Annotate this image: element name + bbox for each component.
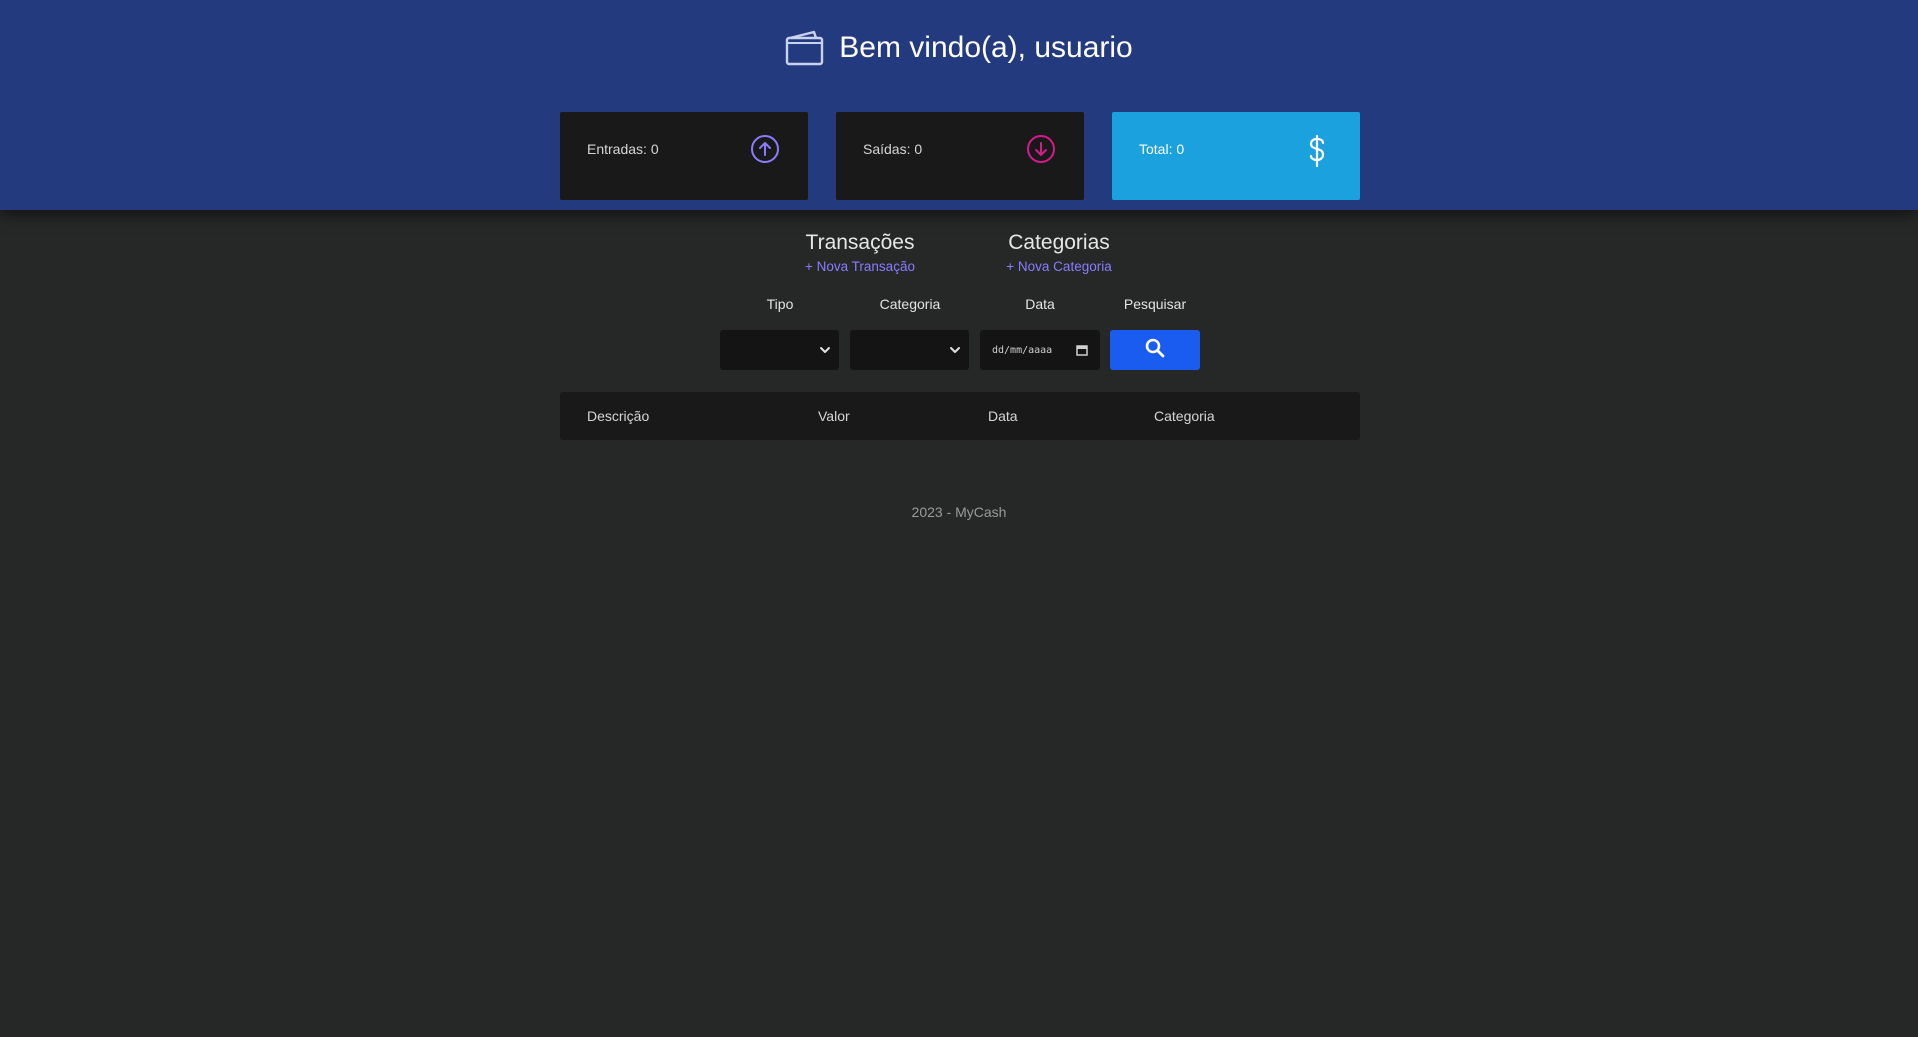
column-date: Data	[988, 408, 1018, 424]
new-transaction-link[interactable]: + Nova Transação	[770, 258, 950, 276]
column-value: Valor	[818, 408, 850, 424]
arrow-down-circle-icon	[1026, 134, 1056, 164]
chevron-down-icon	[819, 343, 831, 361]
date-placeholder: dd/mm/aaaa	[992, 344, 1053, 356]
chevron-down-icon	[949, 343, 961, 361]
footer-text: 2023 - MyCash	[911, 504, 1007, 520]
search-button[interactable]	[1110, 330, 1200, 370]
expenses-label: Saídas: 0	[863, 141, 923, 157]
total-label: Total: 0	[1139, 141, 1185, 157]
categories-section: Categorias + Nova Categoria	[969, 228, 1149, 276]
wallet-icon	[785, 29, 825, 67]
dollar-icon	[1302, 134, 1332, 168]
search-icon	[1145, 338, 1165, 363]
income-label: Entradas: 0	[587, 141, 659, 157]
column-description: Descrição	[587, 408, 650, 424]
welcome-heading: Bem vindo(a), usuario	[0, 22, 1918, 74]
categories-title: Categorias	[1008, 231, 1110, 254]
expenses-card: Saídas: 0	[836, 112, 1084, 200]
transactions-section: Transações + Nova Transação	[770, 228, 950, 276]
arrow-up-circle-icon	[750, 134, 780, 164]
column-category: Categoria	[1154, 408, 1215, 424]
category-filter-label: Categoria	[879, 296, 941, 312]
transactions-title: Transações	[805, 231, 915, 254]
income-card: Entradas: 0	[560, 112, 808, 200]
total-card: Total: 0	[1112, 112, 1360, 200]
calendar-icon[interactable]	[1076, 344, 1088, 359]
type-filter-label: Tipo	[766, 296, 794, 312]
new-category-link[interactable]: + Nova Categoria	[969, 258, 1149, 276]
header: Bem vindo(a), usuario Entradas: 0 Saídas…	[0, 0, 1918, 210]
transactions-table-header: Descrição Valor Data Categoria	[560, 392, 1360, 440]
type-select[interactable]	[720, 330, 839, 370]
date-input[interactable]: dd/mm/aaaa	[980, 330, 1100, 370]
date-filter-label: Data	[1025, 296, 1055, 312]
search-filter-label: Pesquisar	[1123, 296, 1187, 312]
welcome-text: Bem vindo(a), usuario	[839, 31, 1133, 64]
category-select[interactable]	[850, 330, 969, 370]
